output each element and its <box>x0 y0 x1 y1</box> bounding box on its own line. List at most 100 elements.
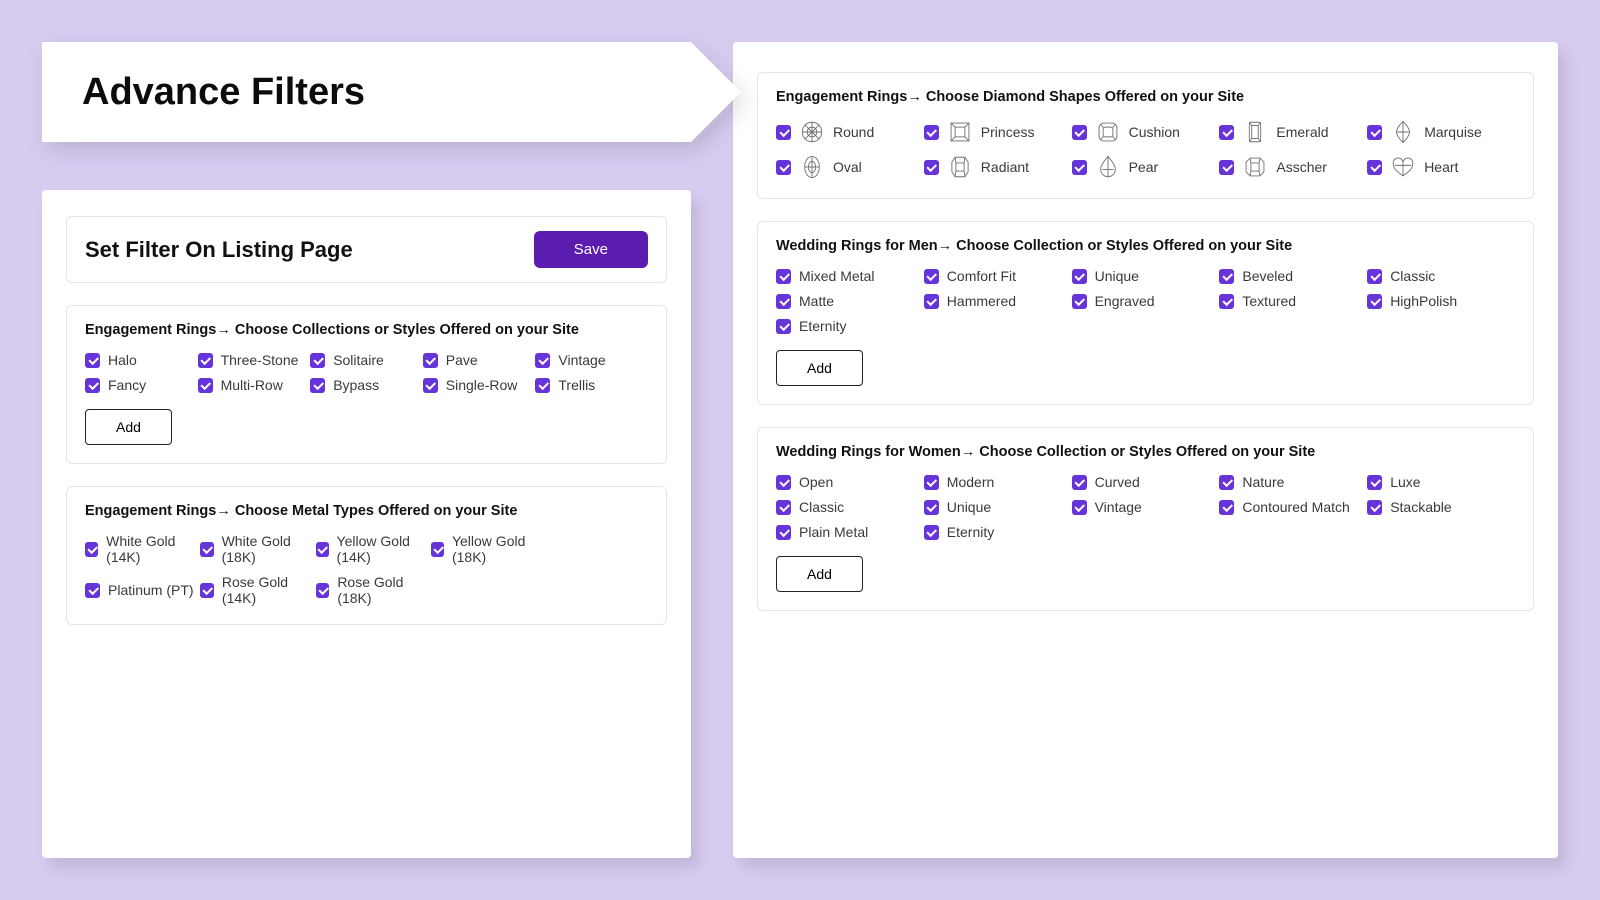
checkbox[interactable] <box>85 583 100 598</box>
option-fancy[interactable]: Fancy <box>85 377 198 393</box>
option-luxe[interactable]: Luxe <box>1367 474 1515 490</box>
checkbox[interactable] <box>924 269 939 284</box>
option-yellow-gold-18k-[interactable]: Yellow Gold (18K) <box>431 533 546 565</box>
checkbox[interactable] <box>85 542 98 557</box>
option-oval[interactable]: Oval <box>776 154 924 180</box>
option-emerald[interactable]: Emerald <box>1219 119 1367 145</box>
option-asscher[interactable]: Asscher <box>1219 154 1367 180</box>
checkbox[interactable] <box>776 160 791 175</box>
option-pear[interactable]: Pear <box>1072 154 1220 180</box>
checkbox[interactable] <box>1367 125 1382 140</box>
checkbox[interactable] <box>200 542 213 557</box>
option-rose-gold-14k-[interactable]: Rose Gold (14K) <box>200 574 315 606</box>
option-curved[interactable]: Curved <box>1072 474 1220 490</box>
checkbox[interactable] <box>310 378 325 393</box>
checkbox[interactable] <box>924 475 939 490</box>
option-classic[interactable]: Classic <box>776 499 924 515</box>
checkbox[interactable] <box>924 125 939 140</box>
option-solitaire[interactable]: Solitaire <box>310 352 423 368</box>
option-radiant[interactable]: Radiant <box>924 154 1072 180</box>
option-three-stone[interactable]: Three-Stone <box>198 352 311 368</box>
option-white-gold-18k-[interactable]: White Gold (18K) <box>200 533 315 565</box>
option-yellow-gold-14k-[interactable]: Yellow Gold (14K) <box>316 533 431 565</box>
option-matte[interactable]: Matte <box>776 293 924 309</box>
checkbox[interactable] <box>1219 269 1234 284</box>
option-rose-gold-18k-[interactable]: Rose Gold (18K) <box>316 574 431 606</box>
checkbox[interactable] <box>776 125 791 140</box>
checkbox[interactable] <box>1072 500 1087 515</box>
option-white-gold-14k-[interactable]: White Gold (14K) <box>85 533 200 565</box>
checkbox[interactable] <box>198 378 213 393</box>
checkbox[interactable] <box>316 542 329 557</box>
checkbox[interactable] <box>1219 500 1234 515</box>
checkbox[interactable] <box>1219 160 1234 175</box>
option-hammered[interactable]: Hammered <box>924 293 1072 309</box>
checkbox[interactable] <box>1219 475 1234 490</box>
checkbox[interactable] <box>776 500 791 515</box>
option-plain-metal[interactable]: Plain Metal <box>776 524 924 540</box>
checkbox[interactable] <box>1367 500 1382 515</box>
checkbox[interactable] <box>200 583 214 598</box>
checkbox[interactable] <box>1367 160 1382 175</box>
option-stackable[interactable]: Stackable <box>1367 499 1515 515</box>
add-button[interactable]: Add <box>776 556 863 592</box>
checkbox[interactable] <box>776 525 791 540</box>
option-single-row[interactable]: Single-Row <box>423 377 536 393</box>
option-modern[interactable]: Modern <box>924 474 1072 490</box>
save-button[interactable]: Save <box>534 231 648 268</box>
option-pave[interactable]: Pave <box>423 352 536 368</box>
option-open[interactable]: Open <box>776 474 924 490</box>
option-vintage[interactable]: Vintage <box>1072 499 1220 515</box>
checkbox[interactable] <box>1367 294 1382 309</box>
option-bypass[interactable]: Bypass <box>310 377 423 393</box>
option-unique[interactable]: Unique <box>1072 268 1220 284</box>
add-button[interactable]: Add <box>776 350 863 386</box>
checkbox[interactable] <box>198 353 213 368</box>
checkbox[interactable] <box>85 353 100 368</box>
option-cushion[interactable]: Cushion <box>1072 119 1220 145</box>
option-mixed-metal[interactable]: Mixed Metal <box>776 268 924 284</box>
option-eternity[interactable]: Eternity <box>924 524 1072 540</box>
checkbox[interactable] <box>924 525 939 540</box>
checkbox[interactable] <box>423 353 438 368</box>
checkbox[interactable] <box>776 319 791 334</box>
checkbox[interactable] <box>924 500 939 515</box>
option-classic[interactable]: Classic <box>1367 268 1515 284</box>
checkbox[interactable] <box>310 353 325 368</box>
option-nature[interactable]: Nature <box>1219 474 1367 490</box>
checkbox[interactable] <box>776 269 791 284</box>
checkbox[interactable] <box>535 378 550 393</box>
checkbox[interactable] <box>85 378 100 393</box>
option-trellis[interactable]: Trellis <box>535 377 648 393</box>
option-eternity[interactable]: Eternity <box>776 318 924 334</box>
checkbox[interactable] <box>1367 269 1382 284</box>
checkbox[interactable] <box>776 294 791 309</box>
option-heart[interactable]: Heart <box>1367 154 1515 180</box>
add-button[interactable]: Add <box>85 409 172 445</box>
checkbox[interactable] <box>1219 125 1234 140</box>
option-contoured-match[interactable]: Contoured Match <box>1219 499 1367 515</box>
checkbox[interactable] <box>423 378 438 393</box>
option-engraved[interactable]: Engraved <box>1072 293 1220 309</box>
option-marquise[interactable]: Marquise <box>1367 119 1515 145</box>
option-highpolish[interactable]: HighPolish <box>1367 293 1515 309</box>
checkbox[interactable] <box>924 294 939 309</box>
checkbox[interactable] <box>1367 475 1382 490</box>
option-vintage[interactable]: Vintage <box>535 352 648 368</box>
checkbox[interactable] <box>924 160 939 175</box>
checkbox[interactable] <box>1219 294 1234 309</box>
option-unique[interactable]: Unique <box>924 499 1072 515</box>
checkbox[interactable] <box>431 542 444 557</box>
option-beveled[interactable]: Beveled <box>1219 268 1367 284</box>
option-round[interactable]: Round <box>776 119 924 145</box>
option-multi-row[interactable]: Multi-Row <box>198 377 311 393</box>
checkbox[interactable] <box>1072 294 1087 309</box>
option-textured[interactable]: Textured <box>1219 293 1367 309</box>
checkbox[interactable] <box>1072 475 1087 490</box>
checkbox[interactable] <box>776 475 791 490</box>
checkbox[interactable] <box>1072 125 1087 140</box>
checkbox[interactable] <box>1072 160 1087 175</box>
option-halo[interactable]: Halo <box>85 352 198 368</box>
checkbox[interactable] <box>1072 269 1087 284</box>
option-platinum-pt-[interactable]: Platinum (PT) <box>85 574 200 606</box>
